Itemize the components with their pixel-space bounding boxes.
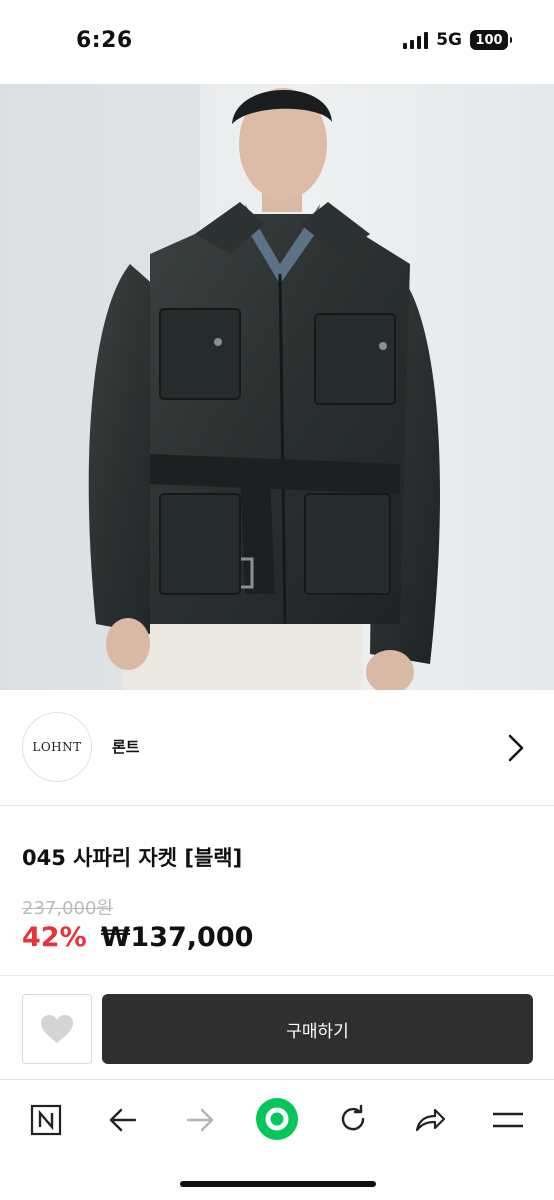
naver-n-icon[interactable] [24,1098,68,1142]
buy-button-label: 구매하기 [286,1021,349,1042]
back-arrow-icon[interactable] [101,1098,145,1142]
seller-name: 론트 [112,738,140,756]
seller-logo-text: LOHNT [32,740,82,754]
battery-level: 100 [475,32,503,48]
original-price: 237,000원 [22,898,113,919]
buy-bar: 구매하기 [0,976,554,1080]
price-row: 42% ₩137,000 [22,922,253,953]
product-image[interactable] [0,84,554,690]
network-type: 5G [436,30,462,50]
signal-icon [403,31,429,49]
sale-price: ₩137,000 [100,922,254,953]
forward-arrow-icon[interactable] [178,1098,222,1142]
seller-logo: LOHNT [22,712,92,782]
seller-row[interactable]: LOHNT 론트 [0,690,554,806]
battery-icon: 100 [470,30,512,50]
status-bar: 6:26 5G 100 [0,0,554,84]
product-info: 045 사파리 자켓 [블랙] 237,000원 42% ₩137,000 [0,806,554,976]
chevron-right-icon[interactable] [502,730,530,766]
discount-rate: 42% [22,922,87,953]
product-title: 045 사파리 자켓 [블랙] [22,846,243,870]
menu-icon[interactable] [486,1098,530,1142]
product-photo-leather-jacket [0,84,554,690]
home-indicator [180,1181,376,1187]
heart-icon [41,1015,73,1043]
green-home-icon[interactable] [254,1096,300,1142]
status-time: 6:26 [76,28,133,53]
share-icon[interactable] [408,1098,452,1142]
buy-button[interactable]: 구매하기 [102,994,533,1064]
like-button[interactable] [22,994,92,1064]
reload-icon[interactable] [331,1098,375,1142]
status-indicators: 5G 100 [403,30,512,50]
